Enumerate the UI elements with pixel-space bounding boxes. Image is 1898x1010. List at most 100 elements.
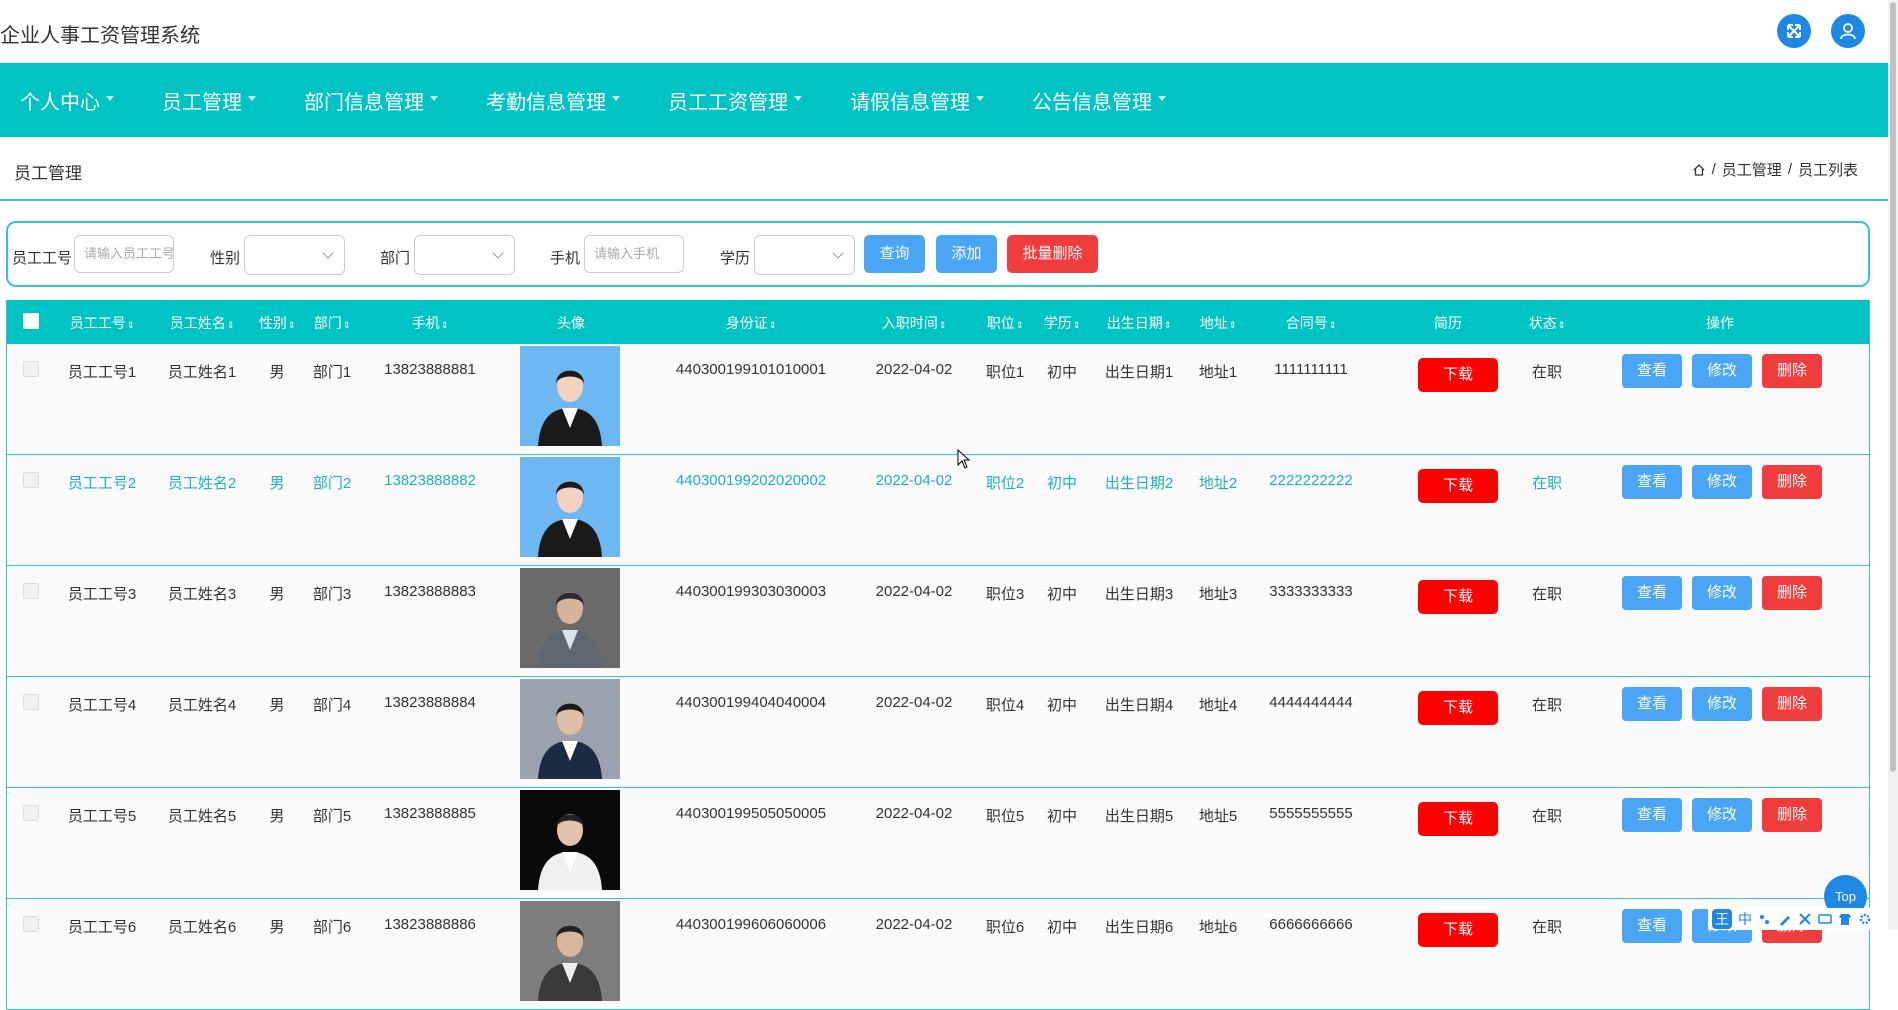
emp-no-input[interactable]: 请输入员工工号 [74, 235, 174, 273]
nav-item-attendance[interactable]: 考勤信息管理 [486, 86, 620, 115]
col-status[interactable]: 状态⇕ [1529, 313, 1566, 333]
nav-item-personal-center[interactable]: 个人中心 [20, 86, 114, 115]
table-row[interactable]: 员工工号3 员工姓名3 男 部门3 13823888883 440300199303030… [7, 566, 1869, 677]
resume-download-button[interactable]: 下载 [1418, 469, 1498, 503]
edu-select[interactable] [754, 235, 855, 275]
delete-button[interactable]: 删除 [1762, 354, 1822, 388]
table-row[interactable]: 员工工号2 员工姓名2 男 部门2 13823888882 440300199202020… [7, 455, 1869, 566]
view-button[interactable]: 查看 [1622, 465, 1682, 499]
fullscreen-button[interactable] [1777, 14, 1811, 48]
cell-emp-no: 员工工号5 [67, 808, 137, 825]
delete-button[interactable]: 删除 [1762, 576, 1822, 610]
col-position[interactable]: 职位⇕ [987, 313, 1024, 333]
resume-download-button[interactable]: 下载 [1418, 802, 1498, 836]
row-checkbox[interactable] [23, 361, 39, 377]
keyboard-icon[interactable] [1818, 912, 1832, 926]
row-checkbox[interactable] [23, 805, 39, 821]
cell-contract: 4444444444 [1269, 694, 1353, 711]
delete-button[interactable]: 删除 [1762, 798, 1822, 832]
col-join-date[interactable]: 入职时间⇕ [882, 313, 947, 333]
nav-item-salary[interactable]: 员工工资管理 [668, 86, 802, 115]
add-button[interactable]: 添加 [936, 235, 997, 273]
table-row[interactable]: 员工工号4 员工姓名4 男 部门4 13823888884 440300199404040… [7, 677, 1869, 788]
edit-button[interactable]: 修改 [1692, 354, 1752, 388]
nav-item-notice[interactable]: 公告信息管理 [1032, 86, 1166, 115]
resume-download-button[interactable]: 下载 [1418, 691, 1498, 725]
resume-download-button[interactable]: 下载 [1418, 913, 1498, 947]
avatar-photo [520, 679, 620, 779]
page-scrollbar[interactable] [1888, 0, 1898, 930]
ime-toolbar: 王 中 [1708, 908, 1876, 930]
cell-name: 员工姓名5 [167, 808, 237, 825]
col-dept[interactable]: 部门⇕ [314, 313, 351, 333]
ime-lang-toggle[interactable]: 中 [1738, 909, 1752, 929]
breadcrumb-employee-mgmt[interactable]: 员工管理 [1722, 159, 1782, 180]
phone-input[interactable]: 请输入手机 [584, 235, 684, 273]
header-label: 学历 [1043, 315, 1072, 331]
edit-button[interactable]: 修改 [1692, 465, 1752, 499]
punctuation-icon[interactable] [1758, 912, 1772, 926]
user-icon [1840, 23, 1856, 40]
col-name[interactable]: 员工姓名⇕ [170, 313, 235, 333]
cell-emp-no: 员工工号1 [67, 364, 137, 381]
resume-download-button[interactable]: 下载 [1418, 358, 1498, 392]
skin-icon[interactable] [1838, 912, 1852, 926]
ime-logo[interactable]: 王 [1712, 909, 1732, 929]
table-row[interactable]: 员工工号1 员工姓名1 男 部门1 13823888881 440300199101010… [7, 344, 1869, 455]
nav-label: 部门信息管理 [304, 91, 424, 114]
select-all-checkbox[interactable] [23, 313, 39, 329]
phone-label: 手机 [550, 250, 581, 267]
col-edu[interactable]: 学历⇕ [1044, 313, 1081, 333]
header-label: 操作 [1706, 315, 1734, 331]
col-contract[interactable]: 合同号⇕ [1286, 313, 1337, 333]
cell-address: 地址2 [1198, 475, 1238, 492]
row-checkbox[interactable] [23, 694, 39, 710]
dept-select[interactable] [414, 235, 515, 275]
cell-address: 地址6 [1198, 919, 1238, 936]
view-button[interactable]: 查看 [1622, 354, 1682, 388]
edit-button[interactable]: 修改 [1692, 687, 1752, 721]
view-button[interactable]: 查看 [1622, 909, 1682, 943]
col-id-card[interactable]: 身份证⇕ [726, 313, 777, 333]
caret-down-icon [1158, 95, 1166, 101]
row-checkbox[interactable] [23, 472, 39, 488]
view-button[interactable]: 查看 [1622, 798, 1682, 832]
view-button[interactable]: 查看 [1622, 687, 1682, 721]
batch-delete-button[interactable]: 批量删除 [1007, 235, 1098, 273]
cell-contract: 6666666666 [1269, 916, 1353, 933]
sort-icon: ⇕ [287, 320, 296, 330]
cell-birth: 出生日期1 [1104, 364, 1174, 381]
home-icon[interactable] [1692, 163, 1706, 177]
table-row[interactable]: 员工工号6 员工姓名6 男 部门6 13823888886 440300199606060… [7, 899, 1869, 1010]
cell-name: 员工姓名2 [167, 475, 237, 492]
chevron-down-icon [832, 247, 844, 259]
pen-icon[interactable] [1778, 912, 1792, 926]
col-emp-no[interactable]: 员工工号⇕ [70, 313, 135, 333]
header-label: 地址 [1199, 315, 1228, 331]
cell-id-card: 440300199404040004 [675, 694, 827, 711]
nav-item-department[interactable]: 部门信息管理 [304, 86, 438, 115]
edit-button[interactable]: 修改 [1692, 798, 1752, 832]
scrollbar-thumb[interactable] [1890, 2, 1896, 772]
user-avatar-button[interactable] [1831, 14, 1865, 48]
col-gender[interactable]: 性别⇕ [259, 313, 296, 333]
query-button[interactable]: 查询 [864, 235, 925, 273]
view-button[interactable]: 查看 [1622, 576, 1682, 610]
scissors-icon[interactable] [1798, 912, 1812, 926]
delete-button[interactable]: 删除 [1762, 687, 1822, 721]
page-header: 员工管理 / 员工管理 / 员工列表 [0, 137, 1888, 201]
nav-item-leave[interactable]: 请假信息管理 [850, 86, 984, 115]
gear-icon[interactable] [1858, 912, 1872, 926]
resume-download-button[interactable]: 下载 [1418, 580, 1498, 614]
cell-position: 职位4 [985, 697, 1025, 714]
row-checkbox[interactable] [23, 583, 39, 599]
delete-button[interactable]: 删除 [1762, 465, 1822, 499]
table-row[interactable]: 员工工号5 员工姓名5 男 部门5 13823888885 440300199505050… [7, 788, 1869, 899]
gender-select[interactable] [244, 235, 345, 275]
col-address[interactable]: 地址⇕ [1200, 313, 1237, 333]
nav-label: 员工工资管理 [668, 91, 788, 114]
col-phone[interactable]: 手机⇕ [412, 313, 449, 333]
edit-button[interactable]: 修改 [1692, 576, 1752, 610]
nav-item-employee-mgmt[interactable]: 员工管理 [162, 86, 256, 115]
col-birth[interactable]: 出生日期⇕ [1107, 313, 1172, 333]
